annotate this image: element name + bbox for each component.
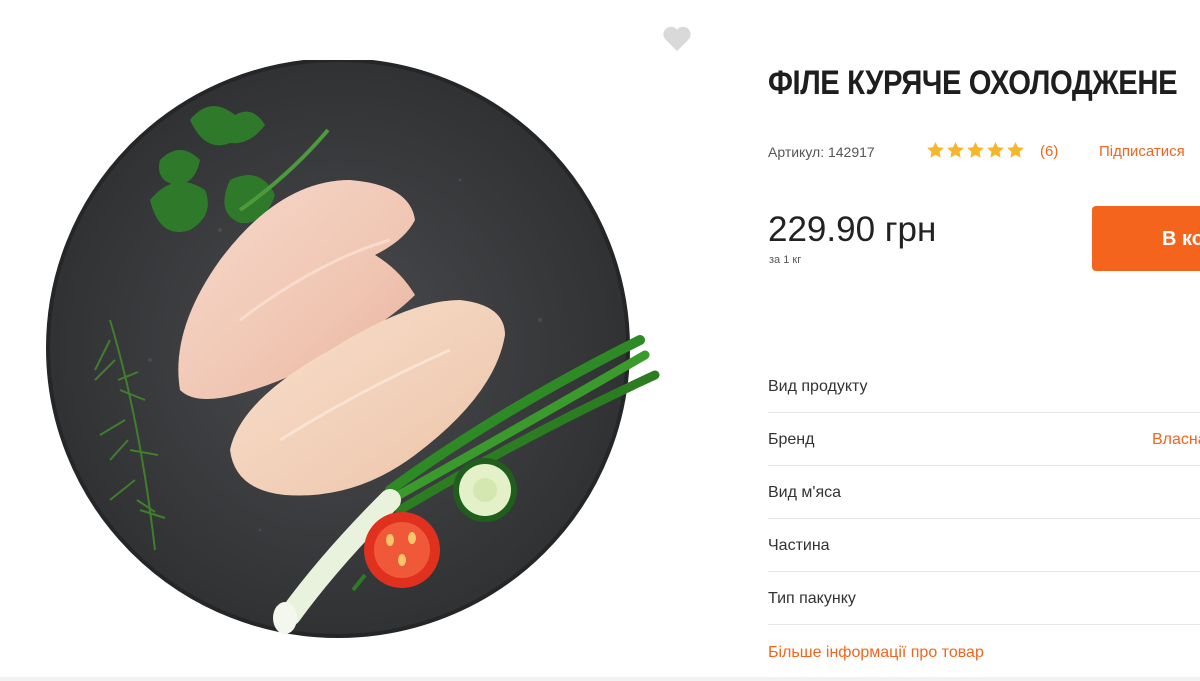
spec-key: Вид продукту <box>768 378 868 395</box>
spec-list: Вид продукту Бренд Власна Вид м'яса Част… <box>768 360 1200 625</box>
bottom-divider <box>0 677 1200 681</box>
star-icon <box>927 141 944 158</box>
star-icon <box>967 141 984 158</box>
spec-key: Тип пакунку <box>768 590 856 607</box>
product-meta-row: Артикул: 142917 (6) Підписатися <box>768 140 1200 164</box>
spec-row-part: Частина <box>768 519 1200 572</box>
spec-row-package-type: Тип пакунку <box>768 572 1200 625</box>
spec-value-brand-link[interactable]: Власна <box>1152 431 1200 449</box>
price-unit: за 1 кг <box>769 254 802 266</box>
review-count-link[interactable]: (6) <box>1040 143 1058 160</box>
spec-key: Бренд <box>768 431 815 448</box>
product-image[interactable] <box>40 60 680 650</box>
rating-stars[interactable] <box>926 141 1025 160</box>
more-info-link[interactable]: Більше інформації про товар <box>768 644 984 662</box>
star-icon <box>947 141 964 158</box>
favorite-heart-icon[interactable] <box>662 26 692 52</box>
spec-row-meat-type: Вид м'яса <box>768 466 1200 519</box>
spec-row-product-type: Вид продукту <box>768 360 1200 413</box>
star-icon <box>1007 141 1024 158</box>
product-title: ФІЛЕ КУРЯЧЕ ОХОЛОДЖЕНЕ <box>768 64 1178 102</box>
add-to-cart-button[interactable]: В кошик <box>1092 206 1200 271</box>
spec-key: Вид м'яса <box>768 484 842 501</box>
sku-label: Артикул: 142917 <box>768 144 875 160</box>
spec-key: Частина <box>768 537 830 554</box>
spec-row-brand: Бренд Власна <box>768 413 1200 466</box>
subscribe-link[interactable]: Підписатися <box>1099 143 1185 160</box>
star-icon <box>987 141 1004 158</box>
product-price: 229.90 грн <box>768 210 937 249</box>
